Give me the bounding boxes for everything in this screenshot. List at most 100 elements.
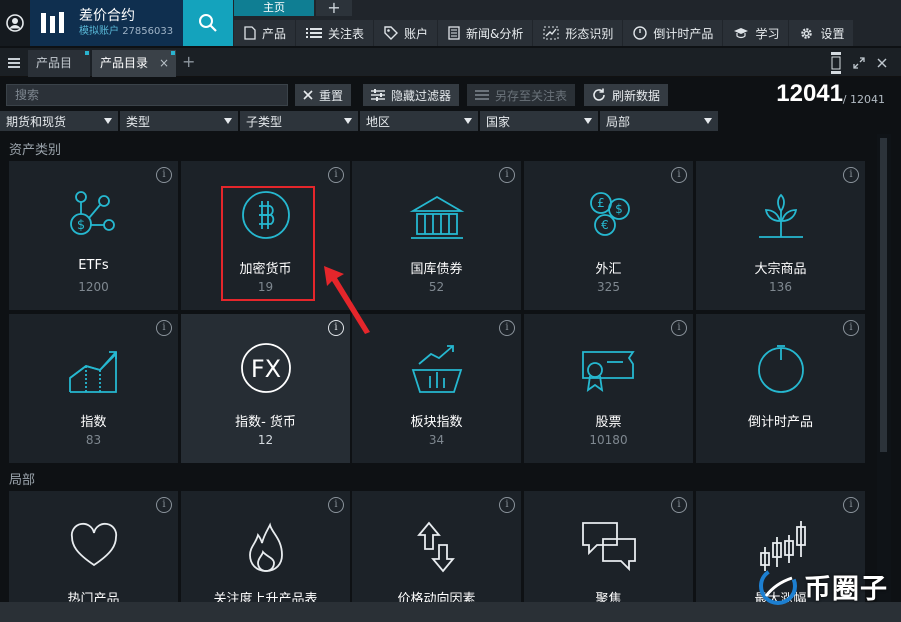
save-to-watchlist-button[interactable]: 另存至关注表: [467, 84, 576, 106]
hamburger-menu-button[interactable]: [0, 48, 27, 77]
menu-item-label: 关注表: [328, 26, 365, 41]
refresh-button[interactable]: 刷新数据: [584, 84, 669, 106]
filter-bar: 期货和现货 类型 子类型 地区 国家 局部: [0, 111, 720, 131]
document-tab-bar: 产品目录 产品目录 × +: [0, 48, 901, 97]
user-profile-button[interactable]: [0, 0, 30, 46]
menu-item-watchlist[interactable]: 关注表: [296, 20, 374, 46]
add-tab-button[interactable]: +: [182, 52, 195, 71]
filter-label: 子类型: [246, 114, 283, 129]
tile-count: 136: [769, 280, 792, 294]
info-icon[interactable]: i: [328, 167, 344, 183]
close-icon[interactable]: [877, 58, 887, 68]
menu-item-label: 设置: [820, 26, 845, 41]
tile-label: 倒计时产品: [747, 415, 813, 430]
menu-item-pattern[interactable]: 形态识别: [533, 20, 623, 46]
info-icon[interactable]: i: [156, 167, 172, 183]
arrows-icon: [416, 521, 455, 573]
account-panel[interactable]: 差价合约 模拟账户 27856033: [30, 0, 183, 46]
menu-item-settings[interactable]: 设置: [789, 20, 854, 46]
info-icon[interactable]: i: [156, 320, 172, 336]
tile-sector-indices[interactable]: i 板块指数 34: [352, 314, 521, 463]
filter-country[interactable]: 国家: [480, 111, 598, 131]
info-icon[interactable]: i: [843, 320, 859, 336]
menu-item-products[interactable]: 产品: [234, 20, 296, 46]
filter-type[interactable]: 类型: [120, 111, 238, 131]
index-chart-icon: [68, 351, 117, 393]
gear-icon: [801, 27, 813, 39]
save-to-watchlist-label: 另存至关注表: [495, 88, 568, 103]
menu-item-countdown[interactable]: 倒计时产品: [623, 20, 723, 46]
tile-commodities[interactable]: i 大宗商品 136: [696, 161, 865, 310]
result-count: 12041: [776, 80, 843, 107]
info-icon[interactable]: i: [156, 497, 172, 513]
basket-chart-icon: [411, 345, 462, 393]
tile-count: 83: [85, 433, 102, 447]
hide-filters-label: 隐藏过滤器: [391, 88, 452, 103]
panel-layout-icon[interactable]: [831, 52, 841, 74]
info-icon[interactable]: i: [843, 497, 859, 513]
filter-local[interactable]: 局部: [600, 111, 718, 131]
tile-label: 板块指数: [410, 415, 463, 430]
tile-count: 1200: [78, 280, 109, 294]
tile-indices[interactable]: i 指数 83: [9, 314, 178, 463]
tab-indicator: [171, 51, 175, 55]
scrollbar-thumb[interactable]: [880, 138, 887, 452]
expand-icon[interactable]: [853, 57, 865, 69]
filter-region[interactable]: 地区: [360, 111, 478, 131]
svg-text:FX: FX: [250, 355, 280, 383]
search-input[interactable]: [6, 84, 288, 106]
tile-treasury[interactable]: i 国库债券 52: [352, 161, 521, 310]
info-icon[interactable]: i: [499, 497, 515, 513]
tile-label: ETFs: [78, 258, 109, 273]
tile-forex[interactable]: i £ $ € 外汇 325: [524, 161, 693, 310]
tile-label: 国库债券: [410, 262, 463, 277]
tile-count: 34: [428, 433, 445, 447]
info-icon[interactable]: i: [499, 320, 515, 336]
menu-item-news[interactable]: 新闻&分析: [438, 20, 533, 46]
graduation-icon: [734, 28, 749, 39]
reset-button[interactable]: 重置: [295, 84, 352, 106]
info-icon[interactable]: i: [671, 320, 687, 336]
document-icon: [244, 26, 256, 40]
tile-count: 10180: [589, 433, 628, 447]
search-icon: [199, 14, 217, 32]
refresh-icon: [593, 88, 605, 101]
caret-down-icon: [224, 118, 232, 124]
info-icon[interactable]: i: [499, 167, 515, 183]
filter-subtype[interactable]: 子类型: [240, 111, 358, 131]
menu-item-learn[interactable]: 学习: [723, 20, 789, 46]
tile-shares[interactable]: i 股票 10180: [524, 314, 693, 463]
tab-product-catalog-1[interactable]: 产品目录: [28, 50, 90, 97]
menu-item-label: 新闻&分析: [466, 26, 524, 41]
close-icon: [303, 90, 313, 100]
global-search-button[interactable]: [183, 0, 233, 46]
tab-home[interactable]: 主页: [234, 0, 314, 16]
add-workspace-button[interactable]: +: [316, 0, 352, 16]
filter-label: 国家: [486, 114, 511, 129]
tile-index-currency[interactable]: i FX 指数- 货币 12: [181, 314, 350, 463]
info-icon[interactable]: i: [671, 497, 687, 513]
close-tab-button[interactable]: ×: [159, 50, 169, 77]
caret-down-icon: [104, 118, 112, 124]
watermark: 币圈子: [758, 566, 888, 606]
refresh-label: 刷新数据: [612, 88, 661, 103]
info-icon[interactable]: i: [843, 167, 859, 183]
hide-filters-button[interactable]: 隐藏过滤器: [363, 84, 460, 106]
info-icon[interactable]: i: [671, 167, 687, 183]
caret-down-icon: [344, 118, 352, 124]
svg-text:€: €: [601, 218, 609, 232]
info-icon[interactable]: i: [328, 497, 344, 513]
certificate-icon: [581, 351, 635, 392]
filter-futures-spot[interactable]: 期货和现货: [0, 111, 118, 131]
menu-item-account[interactable]: 账户: [374, 20, 438, 46]
svg-text:$: $: [76, 218, 84, 233]
clock-icon: [633, 26, 648, 40]
highlight-annotation-box: [221, 186, 315, 301]
tab-product-catalog-2[interactable]: 产品目录 ×: [92, 50, 176, 77]
filter-sliders-icon: [371, 89, 385, 101]
tile-count: 325: [597, 280, 620, 294]
tile-etfs[interactable]: i $ ETFs 1200: [9, 161, 178, 310]
tile-countdown[interactable]: i 倒计时产品: [696, 314, 865, 463]
menu-item-label: 倒计时产品: [653, 26, 714, 41]
reset-label: 重置: [319, 88, 344, 103]
